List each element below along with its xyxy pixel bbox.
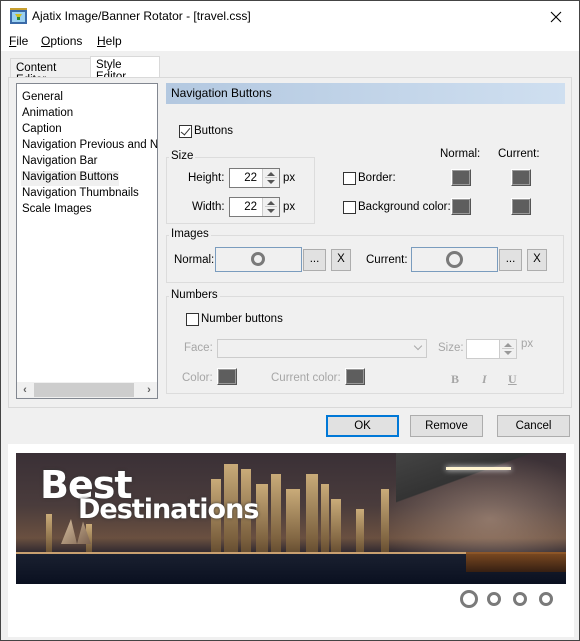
number-size-unit: px — [521, 338, 534, 350]
face-dropdown[interactable] — [217, 339, 427, 358]
size-group: Size Height: 22 px Width: 22 px — [166, 150, 315, 224]
tab-style-editor[interactable]: Style Editor — [90, 56, 160, 83]
section-title: Navigation Buttons — [171, 86, 272, 100]
menu-file[interactable]: File — [9, 34, 28, 48]
remove-button[interactable]: Remove — [410, 415, 483, 437]
spin-down-icon[interactable] — [504, 351, 512, 355]
banner-image: Best Destinations — [16, 453, 566, 584]
horizontal-scrollbar[interactable]: ‹ › — [17, 382, 157, 398]
buttons-checkbox-label: Buttons — [194, 125, 233, 137]
width-label: Width: — [192, 201, 225, 213]
spin-up-icon[interactable] — [267, 172, 275, 176]
number-size-spin-buttons[interactable] — [499, 340, 516, 358]
border-label: Border: — [358, 172, 396, 184]
close-x-icon — [550, 11, 562, 22]
style-category-list[interactable]: General Animation Caption Navigation Pre… — [16, 83, 158, 399]
current-button-image — [446, 251, 463, 268]
tab-content-editor[interactable]: Content Editor — [10, 58, 91, 86]
spin-down-icon[interactable] — [267, 180, 275, 184]
spin-up-icon[interactable] — [504, 343, 512, 347]
menu-help[interactable]: Help — [97, 34, 122, 48]
nav-button-4[interactable] — [539, 592, 553, 606]
numbers-group-title: Numbers — [169, 289, 220, 301]
current-image-browse-button[interactable]: ... — [499, 249, 522, 271]
face-label: Face: — [184, 342, 213, 354]
scrollbar-thumb[interactable] — [34, 383, 134, 397]
app-icon — [10, 8, 27, 24]
current-color-header: Current: — [498, 148, 540, 160]
list-item-scale-images[interactable]: Scale Images — [21, 203, 92, 218]
window-title: Ajatix Image/Banner Rotator - [travel.cs… — [32, 9, 251, 23]
ok-button[interactable]: OK — [326, 415, 399, 437]
height-value: 22 — [244, 172, 257, 184]
style-editor-panel: General Animation Caption Navigation Pre… — [8, 77, 572, 408]
size-group-title: Size — [169, 150, 196, 162]
background-normal-color-swatch[interactable] — [451, 198, 471, 215]
list-item-navigation-prev-next[interactable]: Navigation Previous and Next — [21, 139, 157, 154]
current-image-clear-button[interactable]: X — [527, 249, 547, 271]
menu-bar: File Options Help — [1, 32, 579, 51]
height-label: Height: — [188, 172, 225, 184]
scroll-left-icon[interactable]: ‹ — [17, 382, 33, 398]
background-current-color-swatch[interactable] — [511, 198, 531, 215]
border-checkbox[interactable] — [343, 172, 356, 185]
buttons-checkbox[interactable] — [179, 125, 192, 138]
width-spin-buttons[interactable] — [262, 198, 279, 216]
normal-image-preview[interactable] — [215, 247, 302, 272]
close-button[interactable] — [533, 1, 579, 32]
number-color-swatch[interactable] — [217, 368, 237, 385]
number-buttons-label: Number buttons — [201, 313, 283, 325]
background-color-label: Background color: — [358, 201, 451, 213]
width-value: 22 — [244, 201, 257, 213]
number-current-color-swatch[interactable] — [345, 368, 365, 385]
height-unit: px — [283, 172, 296, 184]
size-label: Size: — [438, 342, 464, 354]
images-group: Images Normal: ... X Current: ... X — [166, 228, 564, 283]
width-spinner[interactable]: 22 — [229, 197, 280, 217]
scroll-right-icon[interactable]: › — [141, 382, 157, 398]
border-current-color-swatch[interactable] — [511, 169, 531, 186]
nav-button-3[interactable] — [513, 592, 527, 606]
number-buttons-checkbox[interactable] — [186, 313, 199, 326]
numbers-group: Numbers Number buttons Face: Size: px Co… — [166, 289, 564, 394]
spin-down-icon[interactable] — [267, 209, 275, 213]
list-item-navigation-bar[interactable]: Navigation Bar — [21, 155, 97, 170]
normal-image-browse-button[interactable]: ... — [303, 249, 326, 271]
color-label: Color: — [182, 372, 213, 384]
menu-options[interactable]: Options — [41, 34, 82, 48]
italic-button[interactable]: I — [482, 372, 487, 387]
spin-up-icon[interactable] — [267, 201, 275, 205]
normal-button-image — [251, 252, 265, 266]
list-item-navigation-buttons[interactable]: Navigation Buttons — [21, 171, 119, 186]
current-image-label: Current: — [366, 254, 408, 266]
height-spin-buttons[interactable] — [262, 169, 279, 187]
current-color-label: Current color: — [271, 372, 341, 384]
bold-button[interactable]: B — [451, 372, 459, 387]
banner-preview: Best Destinations — [8, 444, 574, 637]
list-item-animation[interactable]: Animation — [21, 107, 73, 122]
section-header: Navigation Buttons — [166, 83, 565, 104]
banner-title-line2: Destinations — [78, 494, 259, 525]
underline-button[interactable]: U — [508, 372, 517, 387]
nav-button-1[interactable] — [460, 590, 478, 608]
normal-image-clear-button[interactable]: X — [331, 249, 351, 271]
normal-image-label: Normal: — [174, 254, 215, 266]
chevron-down-icon — [413, 341, 423, 351]
list-item-general[interactable]: General — [21, 91, 63, 106]
title-bar: Ajatix Image/Banner Rotator - [travel.cs… — [1, 1, 579, 32]
app-window: Ajatix Image/Banner Rotator - [travel.cs… — [0, 0, 580, 641]
cancel-button[interactable]: Cancel — [497, 415, 570, 437]
normal-color-header: Normal: — [440, 148, 481, 160]
nav-button-2[interactable] — [487, 592, 501, 606]
number-size-spinner[interactable] — [466, 339, 517, 359]
list-item-navigation-thumbnails[interactable]: Navigation Thumbnails — [21, 187, 139, 202]
images-group-title: Images — [169, 228, 211, 240]
list-item-caption[interactable]: Caption — [21, 123, 62, 138]
width-unit: px — [283, 201, 296, 213]
border-normal-color-swatch[interactable] — [451, 169, 471, 186]
height-spinner[interactable]: 22 — [229, 168, 280, 188]
current-image-preview[interactable] — [411, 247, 498, 272]
background-color-checkbox[interactable] — [343, 201, 356, 214]
